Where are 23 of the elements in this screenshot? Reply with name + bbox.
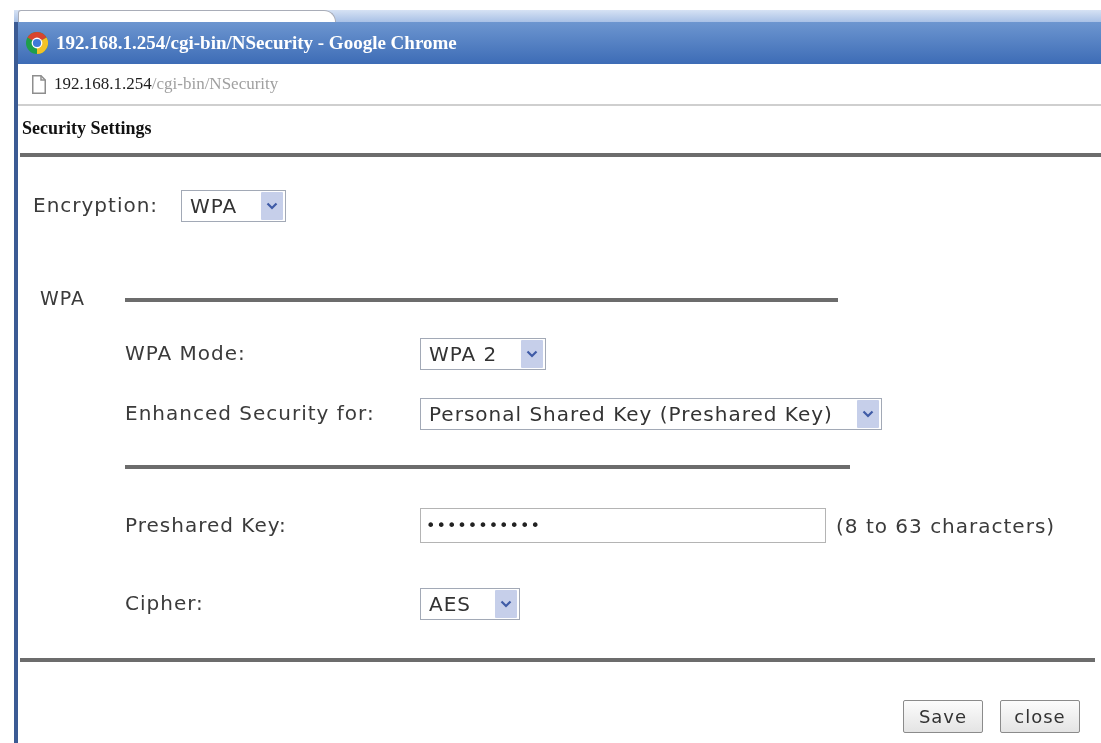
caret-icon	[495, 590, 517, 618]
address-url: 192.168.1.254/cgi-bin/NSecurity	[54, 73, 279, 96]
field-label: Preshared Key:	[125, 512, 287, 537]
select-dropdown[interactable]: AES	[420, 588, 520, 620]
caret-icon	[856, 400, 879, 428]
field-label: WPA Mode:	[125, 341, 246, 365]
page-icon	[32, 74, 46, 94]
ring-logo-icon	[26, 32, 48, 54]
caret-icon	[521, 340, 544, 368]
field-label: Enhanced Security for:	[125, 401, 375, 425]
select-dropdown[interactable]: WPA	[181, 190, 287, 222]
dialog-button[interactable]: close	[1000, 700, 1080, 733]
password-field[interactable]: •••••••••••	[420, 508, 826, 543]
field-label: Cipher:	[125, 591, 204, 615]
window-title: 192.168.1.254/cgi-bin/NSecurity - Google Chrome	[56, 30, 457, 55]
select-dropdown[interactable]: Personal Shared Key (Preshared Key)	[420, 398, 882, 430]
caret-icon	[261, 192, 284, 220]
section-legend: WPA	[40, 287, 86, 309]
page-heading: Security Settings	[22, 117, 152, 140]
dialog-button[interactable]: Save	[903, 700, 983, 733]
field-label: Encryption:	[33, 193, 159, 217]
select-dropdown[interactable]: WPA 2	[420, 338, 547, 370]
length-hint: (8 to 63 characters)	[836, 513, 1056, 538]
